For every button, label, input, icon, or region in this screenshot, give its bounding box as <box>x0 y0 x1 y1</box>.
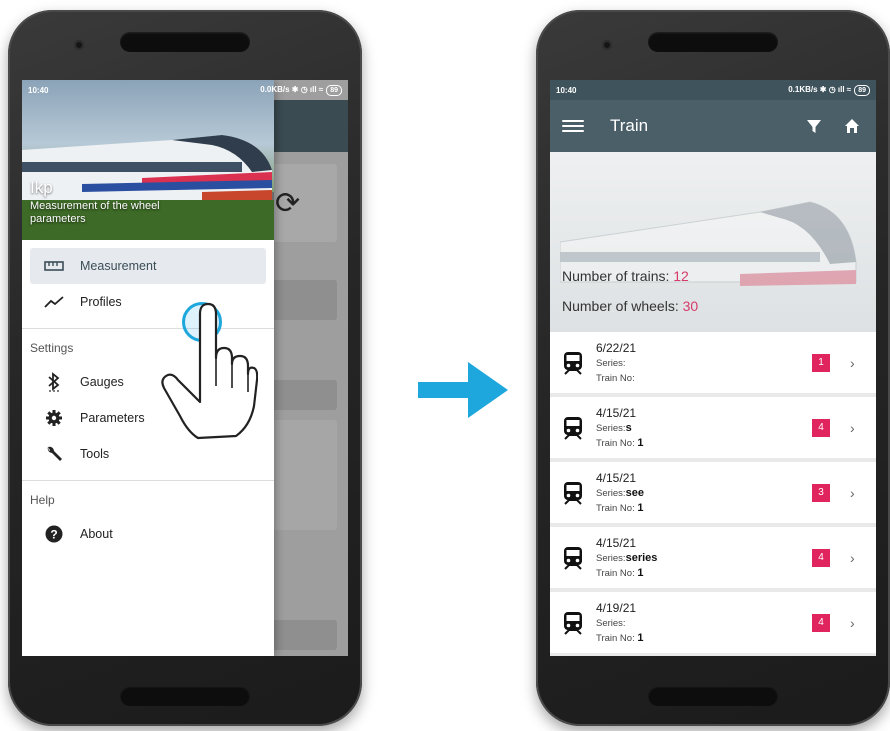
list-item-train-no: Train No: 1 <box>596 631 644 644</box>
summary-header: Number of trains: 12 Number of wheels: 3… <box>550 152 876 332</box>
menu-item-label: Parameters <box>80 411 145 425</box>
train-count-label: Number of trains: <box>562 268 670 284</box>
menu-item-measurement[interactable]: Measurement <box>30 248 266 284</box>
list-item-train-no: Train No: <box>596 372 635 384</box>
count-badge: 4 <box>812 613 830 632</box>
bottom-speaker <box>648 686 778 706</box>
earpiece-speaker <box>648 32 778 52</box>
pointing-hand-icon <box>161 302 258 440</box>
list-item-info: 4/15/21 Series:series Train No: 1 <box>596 535 812 581</box>
count-badge: 1 <box>812 353 830 372</box>
home-icon[interactable] <box>840 114 864 138</box>
list-item-train-no: Train No: 1 <box>596 436 644 449</box>
svg-text:?: ? <box>50 528 57 542</box>
left-phone: ⟳ 10:40 0.0KB/s ✱ ◷ ıll ≈89 Ikp Measurem… <box>8 10 362 726</box>
train-icon <box>550 481 596 505</box>
list-item-train-no: Train No: 1 <box>596 566 644 579</box>
count-badge: 4 <box>812 418 830 437</box>
app-subtitle: Measurement of the wheel parameters <box>30 200 160 225</box>
battery-icon: 89 <box>326 84 342 96</box>
list-item-series: Series: <box>596 617 626 629</box>
screen-title: Train <box>610 116 649 135</box>
train-icon <box>550 546 596 570</box>
list-item-date: 4/15/21 <box>596 535 637 550</box>
battery-icon: 89 <box>854 84 870 96</box>
earpiece-speaker <box>120 32 250 52</box>
list-item-series: Series:series <box>596 551 658 564</box>
ruler-icon <box>42 260 66 272</box>
menu-item-label: Profiles <box>80 295 122 309</box>
app-bar: Train <box>550 100 876 152</box>
left-screen: ⟳ 10:40 0.0KB/s ✱ ◷ ıll ≈89 Ikp Measurem… <box>22 80 348 656</box>
trend-line-icon <box>42 295 66 309</box>
list-item[interactable]: 4/19/21 Series: Train No: 1 4 › <box>550 592 876 653</box>
list-item-info: 4/15/21 Series:s Train No: 1 <box>596 405 812 451</box>
right-screen: 10:40 0.1KB/s ✱ ◷ ıll ≈89 Train Number o… <box>550 80 876 656</box>
drawer-header: Ikp Measurement of the wheel parameters <box>22 80 274 240</box>
menu-item-label: Tools <box>80 447 110 461</box>
chevron-right-icon: › <box>850 549 855 566</box>
list-item-series: Series:s <box>596 421 632 434</box>
wrench-icon <box>42 445 66 463</box>
bluetooth-icon <box>42 372 66 392</box>
camera <box>74 40 84 50</box>
list-item-info: 4/15/21 Series:see Train No: 1 <box>596 470 812 516</box>
count-badge: 3 <box>812 483 830 502</box>
list-item-series: Series:see <box>596 486 644 499</box>
list-item-info: 6/22/21 Series: Train No: <box>596 340 812 386</box>
right-phone: 10:40 0.1KB/s ✱ ◷ ıll ≈89 Train Number o… <box>536 10 890 726</box>
train-icon <box>550 351 596 375</box>
wheel-count-label: Number of wheels: <box>562 298 679 314</box>
chevron-right-icon: › <box>850 614 855 631</box>
train-list: 6/22/21 Series: Train No: 1 › 4/15/21 Se… <box>550 332 876 656</box>
train-count-stat: Number of trains: 12 <box>562 268 689 284</box>
train-icon <box>550 611 596 635</box>
wheel-count-value: 30 <box>682 298 699 314</box>
list-item-date: 6/22/21 <box>596 340 637 355</box>
menu-item-label: About <box>80 527 113 541</box>
list-item[interactable]: 4/15/21 Series:series Train No: 1 4 › <box>550 527 876 588</box>
stage: ⟳ 10:40 0.0KB/s ✱ ◷ ıll ≈89 Ikp Measurem… <box>0 0 890 731</box>
chevron-right-icon: › <box>850 484 855 501</box>
list-item-train-no: Train No: 1 <box>596 501 644 514</box>
list-item-date: 4/15/21 <box>596 405 637 420</box>
help-circle-icon: ? <box>42 525 66 543</box>
train-image <box>560 201 857 286</box>
menu-item-about[interactable]: ? About <box>30 516 266 552</box>
status-indicators: 0.1KB/s ✱ ◷ ıll ≈89 <box>788 84 870 96</box>
transition-arrow-icon <box>418 362 508 418</box>
status-indicators: 0.0KB/s ✱ ◷ ıll ≈89 <box>260 84 342 96</box>
status-time: 10:40 <box>556 85 577 95</box>
train-icon <box>550 416 596 440</box>
list-item-info: 4/19/21 Series: Train No: 1 <box>596 600 812 646</box>
status-bar: 10:40 0.0KB/s ✱ ◷ ıll ≈89 <box>22 80 348 100</box>
status-time: 10:40 <box>28 85 49 95</box>
list-item-series: Series: <box>596 357 626 369</box>
wheel-count-stat: Number of wheels: 30 <box>562 298 698 314</box>
bottom-speaker <box>120 686 250 706</box>
list-item[interactable]: 4/15/21 Series:s Train No: 1 4 › <box>550 397 876 458</box>
app-title: Ikp <box>30 178 53 197</box>
menu-item-label: Gauges <box>80 375 124 389</box>
list-item[interactable]: 6/22/21 Series: Train No: 1 › <box>550 332 876 393</box>
filter-icon[interactable] <box>802 114 826 138</box>
count-badge: 4 <box>812 548 830 567</box>
refresh-icon: ⟳ <box>275 187 301 220</box>
list-item-date: 4/19/21 <box>596 600 637 615</box>
menu-item-label: Measurement <box>80 259 157 273</box>
camera <box>602 40 612 50</box>
list-item[interactable]: 4/15/21 Series:see Train No: 1 3 › <box>550 462 876 523</box>
chevron-right-icon: › <box>850 419 855 436</box>
chevron-right-icon: › <box>850 354 855 371</box>
status-bar: 10:40 0.1KB/s ✱ ◷ ıll ≈89 <box>550 80 876 100</box>
list-item-date: 4/15/21 <box>596 470 637 485</box>
hamburger-menu-icon[interactable] <box>562 115 584 137</box>
help-section-title: Help <box>22 480 274 516</box>
gear-icon <box>42 409 66 427</box>
train-count-value: 12 <box>673 268 689 284</box>
